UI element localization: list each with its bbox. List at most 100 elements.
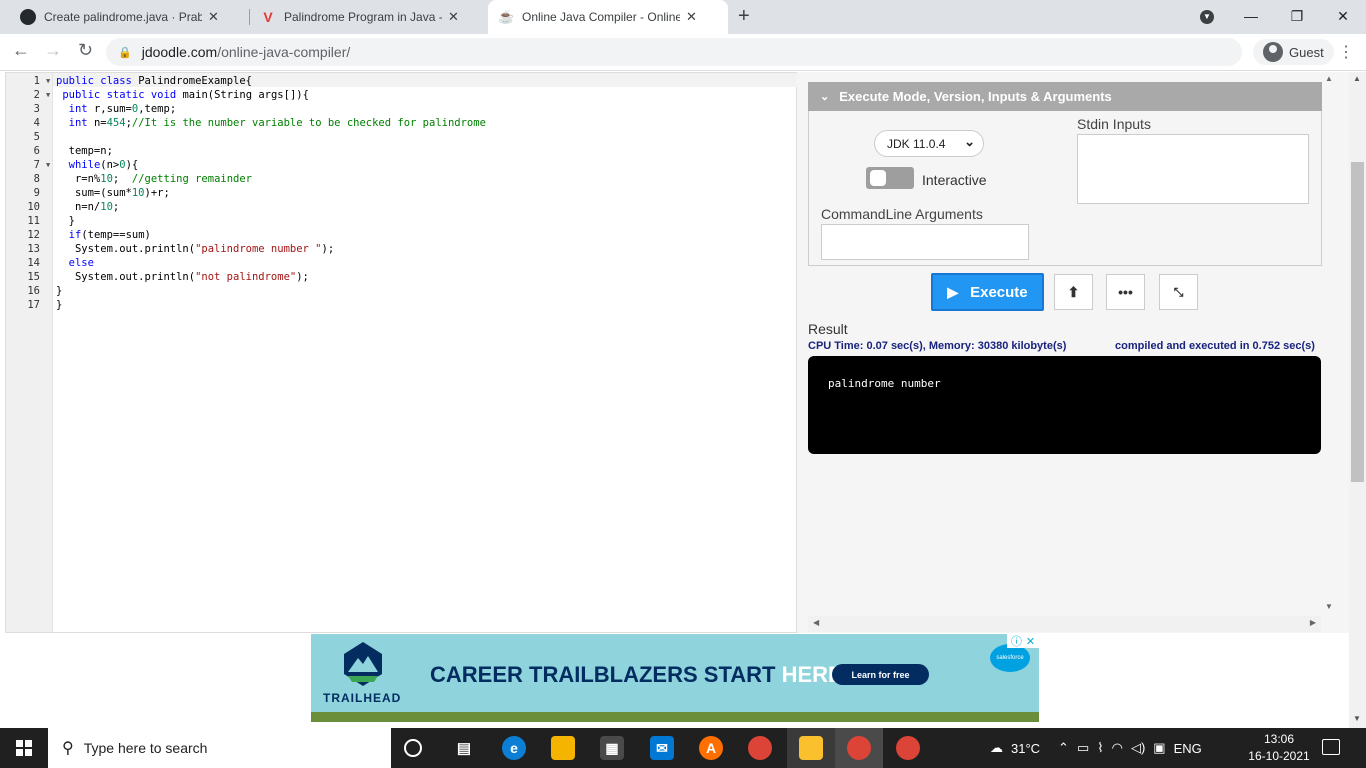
taskbar-search[interactable]: ⚲ Type here to search xyxy=(48,728,391,768)
trailhead-brand: TRAILHEAD xyxy=(323,691,402,705)
forward-arrow-icon[interactable]: → xyxy=(44,40,62,61)
cpu-stats: CPU Time: 0.07 sec(s), Memory: 30380 kil… xyxy=(808,340,1067,352)
line-number: 5 xyxy=(33,131,40,143)
address-bar[interactable]: 🔒 jdoodle.com/online-java-compiler/ xyxy=(106,38,1242,66)
tab-javatpoint[interactable]: V Palindrome Program in Java - Jav ✕ xyxy=(250,0,490,34)
line-number: 12 xyxy=(27,229,40,241)
clock-date: 16-10-2021 xyxy=(1248,749,1310,763)
cortana-icon[interactable] xyxy=(404,739,422,757)
execute-label: Execute xyxy=(970,283,1028,301)
tab-github[interactable]: Create palindrome.java · Prabhak ✕ xyxy=(10,0,250,34)
chrome-profile-icon[interactable] xyxy=(896,736,920,760)
battery-icon[interactable]: ▭ xyxy=(1077,740,1089,756)
scrollbar-thumb[interactable] xyxy=(1351,162,1364,482)
mail-icon[interactable]: ✉ xyxy=(650,736,674,760)
chevron-up-icon[interactable]: ⌃ xyxy=(1058,740,1069,756)
chevron-down-icon: ⌄ xyxy=(820,91,830,103)
ad-close-controls[interactable]: ⓘ ✕ xyxy=(1007,634,1039,648)
profile-button[interactable]: Guest xyxy=(1253,39,1334,65)
execute-button[interactable]: ▶ Execute xyxy=(931,273,1044,311)
chrome-icon[interactable] xyxy=(748,736,772,760)
ad-banner[interactable]: TRAILHEAD CAREER TRAILBLAZERS START HERE… xyxy=(311,634,1039,722)
code-line[interactable]: } xyxy=(56,298,62,312)
tab-search-icon[interactable]: ▼ xyxy=(1200,10,1214,24)
info-icon[interactable]: ⓘ xyxy=(1011,633,1022,649)
fold-arrow-icon[interactable]: ▼ xyxy=(46,161,50,169)
code-line[interactable]: while(n>0){ xyxy=(56,158,139,172)
system-tray: ☁ 31°C ⌃ ▭ ⌇ ◠ ◁) ▣ ENG xyxy=(990,728,1202,768)
lock-icon: 🔒 xyxy=(118,46,132,59)
tab-title: Online Java Compiler - Online Jav xyxy=(522,10,680,24)
line-number: 16 xyxy=(27,285,40,297)
code-line[interactable]: sum=(sum*10)+r; xyxy=(56,186,170,200)
collapse-button[interactable]: ⤡ xyxy=(1159,274,1198,310)
close-icon[interactable]: ✕ xyxy=(1026,635,1035,648)
execute-mode-header[interactable]: ⌄ Execute Mode, Version, Inputs & Argume… xyxy=(808,82,1322,111)
code-line[interactable]: temp=n; xyxy=(56,144,113,158)
code-line[interactable]: System.out.println("not palindrome"); xyxy=(56,270,309,284)
jdk-version-select[interactable]: JDK 11.0.4 ⌄ xyxy=(874,130,984,157)
ime-icon[interactable]: ▣ xyxy=(1153,740,1165,756)
network-icon[interactable]: ⌇ xyxy=(1097,740,1103,756)
more-options-button[interactable]: ••• xyxy=(1106,274,1145,310)
tab-jdoodle[interactable]: ☕ Online Java Compiler - Online Jav ✕ xyxy=(488,0,728,34)
stdin-label: Stdin Inputs xyxy=(1077,116,1151,132)
code-line[interactable]: System.out.println("palindrome number ")… xyxy=(56,242,334,256)
url-host: jdoodle.com xyxy=(141,44,218,60)
ad-headline: CAREER TRAILBLAZERS START HERE. xyxy=(430,662,849,688)
code-editor[interactable]: 1 ▼ 2 ▼ 3 4 5 6 7 ▼ 8 9 10 11 12 13 14 15 16 17 public clas… xyxy=(5,72,797,633)
windows-start-icon[interactable] xyxy=(16,740,32,756)
weather-temp[interactable]: 31°C xyxy=(1011,741,1040,756)
interactive-toggle[interactable] xyxy=(866,167,914,189)
close-tab-icon[interactable]: ✕ xyxy=(208,9,219,25)
weather-icon[interactable]: ☁ xyxy=(990,740,1003,756)
code-line[interactable]: int n=454;//It is the number variable to… xyxy=(56,116,486,130)
tab-strip: Create palindrome.java · Prabhak ✕ V Pal… xyxy=(0,0,1366,34)
code-line[interactable]: int r,sum=0,temp; xyxy=(56,102,177,116)
stdin-input[interactable] xyxy=(1077,134,1309,204)
code-line[interactable]: } xyxy=(56,214,75,228)
code-line[interactable]: public static void main(String args[]){ xyxy=(56,88,309,102)
close-tab-icon[interactable]: ✕ xyxy=(448,9,459,25)
cmdline-input[interactable] xyxy=(821,224,1029,260)
wifi-icon[interactable]: ◠ xyxy=(1112,740,1123,756)
close-window-button[interactable]: ✕ xyxy=(1320,0,1366,34)
line-number: 17 xyxy=(27,299,40,311)
code-line[interactable]: else xyxy=(56,256,94,270)
file-manager-icon[interactable] xyxy=(799,736,823,760)
volume-icon[interactable]: ◁) xyxy=(1131,740,1145,756)
jdoodle-icon: ☕ xyxy=(498,9,515,24)
panel-scrollbar[interactable]: ▲ ▼ xyxy=(1322,72,1337,617)
panel-horizontal-scrollbar[interactable]: ◀ ▶ xyxy=(808,616,1321,632)
minimize-button[interactable]: — xyxy=(1228,0,1274,34)
app-icon[interactable]: A xyxy=(699,736,723,760)
restore-button[interactable]: ❐ xyxy=(1274,0,1320,34)
upload-file-button[interactable]: ⬆ xyxy=(1054,274,1093,310)
fold-arrow-icon[interactable]: ▼ xyxy=(46,91,50,99)
close-tab-icon[interactable]: ✕ xyxy=(686,9,697,25)
code-line[interactable]: public class PalindromeExample{ xyxy=(56,74,252,88)
back-arrow-icon[interactable]: ← xyxy=(12,40,30,61)
code-line[interactable]: r=n%10; //getting remainder xyxy=(56,172,252,186)
store-icon[interactable]: ▦ xyxy=(600,736,624,760)
kebab-menu-icon[interactable]: ⋮ xyxy=(1338,42,1354,62)
windows-taskbar: ⚲ Type here to search ▤ e ▦ ✉ A ☁ 31°C ⌃… xyxy=(0,728,1366,768)
page-scrollbar[interactable]: ▲ ▼ xyxy=(1349,72,1366,728)
chrome-icon[interactable] xyxy=(847,736,871,760)
learn-for-free-button[interactable]: Learn for free xyxy=(832,664,929,685)
code-line[interactable]: } xyxy=(56,284,62,298)
fold-arrow-icon[interactable]: ▼ xyxy=(46,77,50,85)
edge-icon[interactable]: e xyxy=(502,736,526,760)
code-line[interactable]: n=n/10; xyxy=(56,200,119,214)
reload-icon[interactable]: ↻ xyxy=(78,40,93,61)
language-indicator[interactable]: ENG xyxy=(1174,741,1202,756)
notification-icon[interactable] xyxy=(1322,739,1340,755)
play-icon: ▶ xyxy=(947,283,959,300)
file-explorer-icon[interactable] xyxy=(551,736,575,760)
task-view-icon[interactable]: ▤ xyxy=(452,736,476,760)
new-tab-button[interactable]: + xyxy=(738,5,750,28)
line-gutter: 1 ▼ 2 ▼ 3 4 5 6 7 ▼ 8 9 10 11 12 13 14 15 16 17 xyxy=(6,73,53,632)
code-line[interactable]: if(temp==sum) xyxy=(56,228,151,242)
clock[interactable]: 13:06 16-10-2021 xyxy=(1248,731,1310,765)
tab-title: Create palindrome.java · Prabhak xyxy=(44,10,202,24)
